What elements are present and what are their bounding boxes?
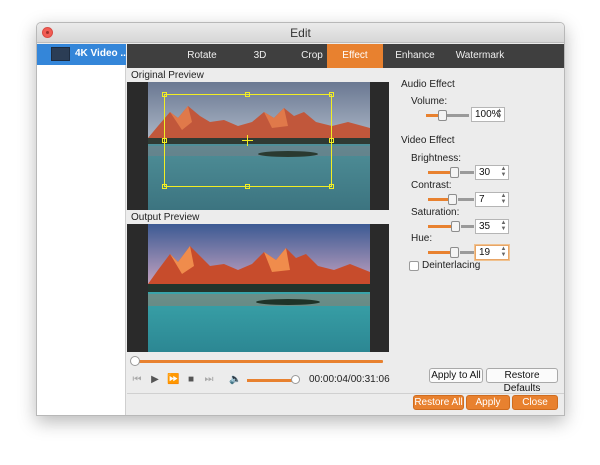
volume-stepper-icon[interactable]: ▲ ▼ <box>496 108 503 120</box>
sidebar-item-video[interactable]: 4K Video ... <box>37 44 129 65</box>
hue-slider-knob[interactable] <box>450 247 459 258</box>
window-title: Edit <box>290 26 311 40</box>
brightness-stepper-icon[interactable]: ▲ ▼ <box>500 166 507 178</box>
brightness-value-field[interactable]: 30 ▲ ▼ <box>475 165 509 180</box>
close-button[interactable]: Close <box>512 395 558 410</box>
hue-value-field[interactable]: 19 ▲ ▼ <box>475 245 509 260</box>
saturation-slider-knob[interactable] <box>451 221 460 232</box>
contrast-slider-knob[interactable] <box>448 194 457 205</box>
saturation-value: 35 <box>479 221 491 232</box>
crop-handle-top-left[interactable] <box>162 92 167 97</box>
apply-to-all-button[interactable]: Apply to All <box>429 368 483 383</box>
brightness-value: 30 <box>479 167 491 178</box>
playback-time: 00:00:04/00:31:06 <box>309 374 390 385</box>
audio-effect-title: Audio Effect <box>401 79 455 90</box>
contrast-slider-track[interactable] <box>458 198 474 201</box>
tab-rotate[interactable]: Rotate <box>172 44 232 68</box>
brightness-label: Brightness: <box>411 153 462 164</box>
apply-button[interactable]: Apply <box>466 395 510 410</box>
tab-enhance[interactable]: Enhance <box>387 44 443 68</box>
output-preview-label: Output Preview <box>131 212 200 223</box>
stop-icon[interactable]: ■ <box>185 374 197 385</box>
skip-back-icon[interactable]: ⏮ <box>131 374 143 385</box>
edit-window: Edit 4K Video ... Rotate 3D Crop Effect … <box>36 22 565 416</box>
crop-handle-left[interactable] <box>162 138 167 143</box>
crop-center-crosshair-icon <box>247 135 248 146</box>
volume-slider-knob[interactable] <box>438 110 447 121</box>
crop-handle-top[interactable] <box>245 92 250 97</box>
fast-forward-icon[interactable]: ⏩ <box>167 374 179 385</box>
volume-label: Volume: <box>411 96 448 107</box>
volume-track[interactable] <box>247 379 297 382</box>
tab-bar: Rotate 3D Crop Effect Enhance Watermark <box>127 44 564 68</box>
contrast-value: 7 <box>479 194 485 205</box>
hue-stepper-icon[interactable]: ▲ ▼ <box>500 246 507 258</box>
contrast-value-field[interactable]: 7 ▲ ▼ <box>475 192 509 207</box>
title-bar: Edit <box>37 23 564 43</box>
saturation-slider-track[interactable] <box>461 225 474 228</box>
crop-handle-bottom[interactable] <box>245 184 250 189</box>
original-preview-label: Original Preview <box>131 70 204 81</box>
contrast-label: Contrast: <box>411 180 452 191</box>
crop-handle-bottom-left[interactable] <box>162 184 167 189</box>
skip-forward-icon[interactable]: ⏭ <box>203 374 215 385</box>
output-preview <box>127 224 389 352</box>
file-list-sidebar: 4K Video ... <box>37 44 129 415</box>
brightness-slider-fill[interactable] <box>428 171 452 174</box>
saturation-value-field[interactable]: 35 ▲ ▼ <box>475 219 509 234</box>
hue-label: Hue: <box>411 233 433 244</box>
restore-all-button[interactable]: Restore All <box>413 395 464 410</box>
saturation-stepper-icon[interactable]: ▲ ▼ <box>500 220 507 232</box>
output-preview-image <box>148 224 370 352</box>
original-preview <box>127 82 389 210</box>
tab-effect[interactable]: Effect <box>327 44 383 68</box>
video-effect-title: Video Effect <box>401 135 455 146</box>
volume-value-field[interactable]: 100% ▲ ▼ <box>471 107 505 122</box>
hue-slider-fill[interactable] <box>428 251 452 254</box>
deinterlacing-label: Deinterlacing <box>422 260 481 271</box>
timeline-track[interactable] <box>133 360 383 363</box>
saturation-slider-fill[interactable] <box>428 225 453 228</box>
tab-3d[interactable]: 3D <box>239 44 281 68</box>
contrast-slider-fill[interactable] <box>428 198 450 201</box>
play-icon[interactable]: ▶ <box>149 374 161 385</box>
timeline-scrubber[interactable] <box>130 356 140 366</box>
speaker-icon[interactable]: 🔈 <box>229 374 241 385</box>
tab-watermark[interactable]: Watermark <box>449 44 511 68</box>
playback-timeline[interactable] <box>127 355 389 367</box>
volume-slider-track[interactable] <box>447 114 469 117</box>
restore-defaults-button[interactable]: Restore Defaults <box>486 368 558 394</box>
crop-handle-bottom-right[interactable] <box>329 184 334 189</box>
crop-handle-right[interactable] <box>329 138 334 143</box>
brightness-slider-track[interactable] <box>460 171 474 174</box>
hue-value: 19 <box>479 247 491 258</box>
crop-handle-top-right[interactable] <box>329 92 334 97</box>
brightness-slider-knob[interactable] <box>450 167 459 178</box>
volume-knob[interactable] <box>291 375 300 384</box>
deinterlacing-checkbox[interactable] <box>409 261 419 271</box>
hue-slider-track[interactable] <box>460 251 474 254</box>
sidebar-item-label: 4K Video ... <box>75 48 129 59</box>
video-thumbnail <box>51 47 70 61</box>
saturation-label: Saturation: <box>411 207 460 218</box>
contrast-stepper-icon[interactable]: ▲ ▼ <box>500 193 507 205</box>
